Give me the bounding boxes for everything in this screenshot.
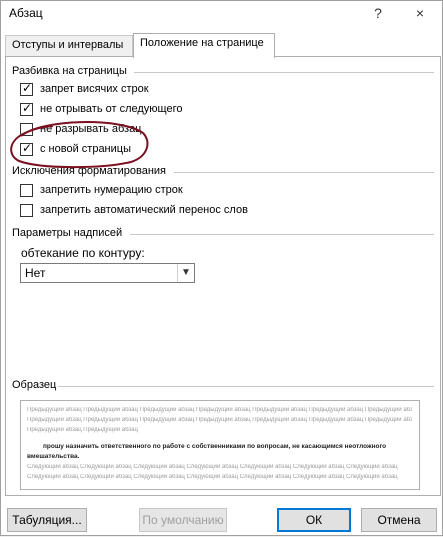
section-divider bbox=[58, 386, 434, 387]
title-bar: Абзац ? × bbox=[1, 1, 442, 27]
section-divider bbox=[130, 234, 434, 235]
widow-control-checkbox[interactable]: ✓ bbox=[20, 81, 33, 96]
sample-preview: Предыдущий абзац Предыдущий абзац Предыд… bbox=[20, 400, 420, 490]
tight-wrap-select[interactable]: Нет ▼ bbox=[20, 263, 195, 283]
check-icon: ✓ bbox=[22, 141, 33, 155]
ok-button[interactable]: ОК bbox=[277, 508, 351, 532]
pagination-section-title: Разбивка на страницы bbox=[12, 65, 127, 77]
check-icon: ✓ bbox=[22, 81, 33, 95]
option-label: запретить нумерацию строк bbox=[40, 184, 183, 196]
tab-panel: Разбивка на страницы ✓ запрет висячих ст… bbox=[5, 56, 441, 496]
suppress-line-numbers-checkbox[interactable] bbox=[20, 184, 33, 197]
option-label: запрет висячих строк bbox=[40, 83, 149, 95]
close-button[interactable]: × bbox=[409, 3, 431, 23]
textbox-options-title: Параметры надписей bbox=[12, 227, 123, 239]
tab-indents-spacing[interactable]: Отступы и интервалы bbox=[5, 35, 133, 57]
sample-title: Образец bbox=[12, 379, 57, 391]
set-default-button[interactable]: По умолчанию bbox=[139, 508, 227, 532]
tabs-button[interactable]: Табуляция... bbox=[7, 508, 87, 532]
chevron-down-icon[interactable]: ▼ bbox=[177, 264, 194, 282]
cancel-button[interactable]: Отмена bbox=[361, 508, 437, 532]
keep-with-next-checkbox[interactable]: ✓ bbox=[20, 101, 33, 116]
dialog-title: Абзац bbox=[9, 6, 43, 20]
section-divider bbox=[134, 72, 434, 73]
paragraph-dialog: Абзац ? × Отступы и интервалы Положение … bbox=[0, 0, 443, 536]
page-break-before-checkbox[interactable]: ✓ bbox=[20, 141, 33, 156]
preview-next-line: Следующий абзац Следующий абзац Следующи… bbox=[27, 464, 398, 470]
preview-next-line: Следующий абзац Следующий абзац Следующи… bbox=[27, 474, 398, 480]
preview-main-line: вмешательства. bbox=[27, 453, 80, 460]
preview-main-line: прошу назначить ответственного по работе… bbox=[43, 443, 387, 450]
option-label: запретить автоматический перенос слов bbox=[40, 204, 248, 216]
help-button[interactable]: ? bbox=[367, 3, 389, 23]
option-label: не разрывать абзац bbox=[40, 123, 142, 135]
keep-lines-together-checkbox[interactable] bbox=[20, 123, 33, 136]
check-icon: ✓ bbox=[22, 101, 33, 115]
no-hyphenation-checkbox[interactable] bbox=[20, 204, 33, 217]
preview-prev-line: Предыдущий абзац Предыдущий абзац bbox=[27, 427, 138, 433]
tab-label: Положение на странице bbox=[140, 37, 264, 49]
formatting-exceptions-title: Исключения форматирования bbox=[12, 165, 167, 177]
option-label: не отрывать от следующего bbox=[40, 103, 183, 115]
tab-label: Отступы и интервалы bbox=[12, 39, 124, 51]
option-label: с новой страницы bbox=[40, 143, 131, 155]
wrap-label: обтекание по контуру: bbox=[21, 246, 145, 260]
tab-line-page-breaks[interactable]: Положение на странице bbox=[133, 33, 275, 58]
preview-prev-line: Предыдущий абзац Предыдущий абзац Предыд… bbox=[27, 407, 412, 413]
tight-wrap-value: Нет bbox=[25, 266, 46, 280]
tab-strip: Отступы и интервалы Положение на страниц… bbox=[5, 33, 441, 58]
preview-prev-line: Предыдущий абзац Предыдущий абзац Предыд… bbox=[27, 417, 412, 423]
section-divider bbox=[174, 172, 434, 173]
